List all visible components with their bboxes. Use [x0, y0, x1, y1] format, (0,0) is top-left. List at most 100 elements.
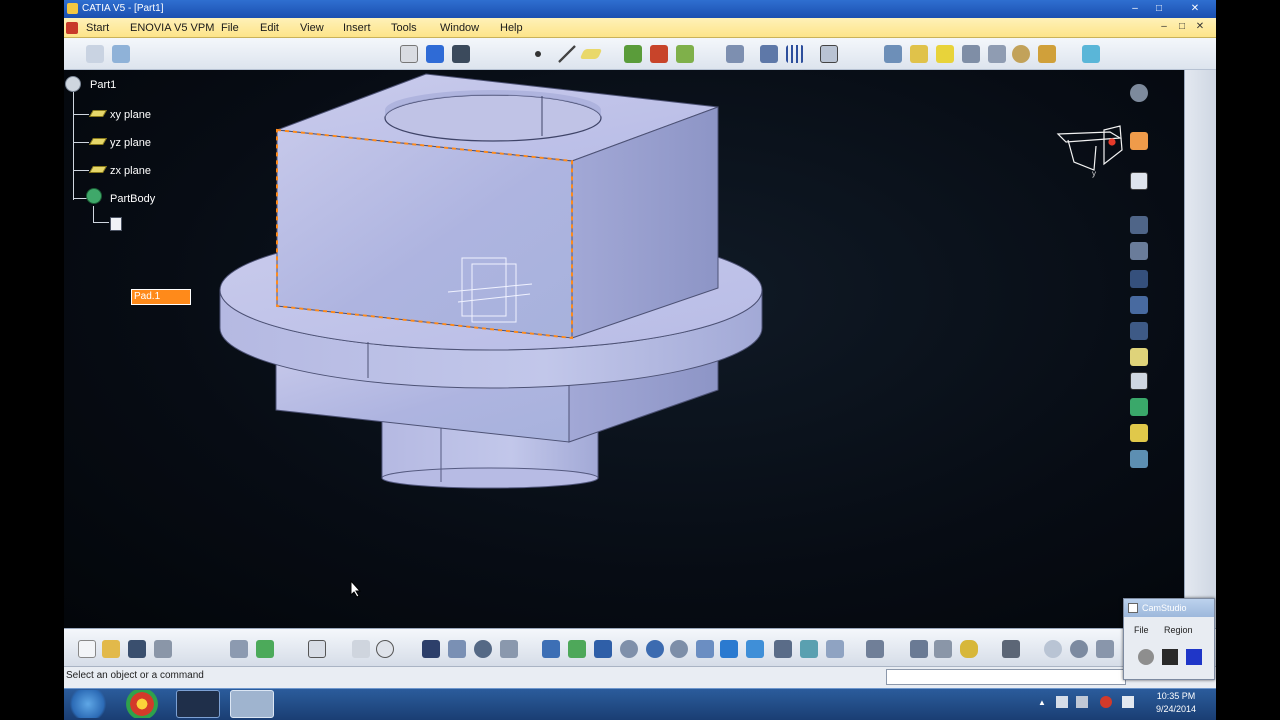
- tree-item-partbody[interactable]: PartBody: [110, 193, 155, 205]
- camstudio-menu-file[interactable]: File: [1134, 625, 1149, 635]
- cube-icon[interactable]: [426, 45, 444, 63]
- menu-insert[interactable]: Insert: [343, 22, 371, 34]
- sketcher-icon[interactable]: [1130, 172, 1148, 190]
- comment-icon[interactable]: [376, 640, 394, 658]
- multi-view-icon[interactable]: [720, 640, 738, 658]
- copy-icon[interactable]: [230, 640, 248, 658]
- start-button[interactable]: [66, 690, 110, 718]
- feature-icon-3[interactable]: [1130, 270, 1148, 288]
- pan-icon[interactable]: [594, 640, 612, 658]
- sphere-icon[interactable]: [1130, 84, 1148, 102]
- tree-item-pad-selected[interactable]: Pad.1: [131, 289, 191, 305]
- fillet-icon[interactable]: [726, 45, 744, 63]
- part-icon[interactable]: [65, 76, 81, 92]
- menu-help[interactable]: Help: [500, 22, 523, 34]
- stop-button[interactable]: [1186, 649, 1202, 665]
- iso-view-icon[interactable]: [746, 640, 764, 658]
- shading-mode-icon[interactable]: [774, 640, 792, 658]
- view-icon[interactable]: [884, 45, 902, 63]
- feature-icon-4[interactable]: [1130, 296, 1148, 314]
- snap-icon[interactable]: [112, 45, 130, 63]
- shaft-tool-icon[interactable]: [676, 45, 694, 63]
- camstudio-title-bar[interactable]: CamStudio: [1124, 599, 1214, 617]
- camstudio-menu-region[interactable]: Region: [1164, 625, 1193, 635]
- edges-icon[interactable]: [962, 45, 980, 63]
- doc-icon[interactable]: [66, 22, 78, 34]
- hide-icon[interactable]: [800, 640, 818, 658]
- measure-icon[interactable]: [820, 45, 838, 63]
- grid-icon[interactable]: [500, 640, 518, 658]
- taskbar-clock[interactable]: 10:35 PM 9/24/2014: [1148, 690, 1204, 716]
- paste-icon[interactable]: [256, 640, 274, 658]
- tray-network-icon[interactable]: [1076, 696, 1088, 708]
- menu-edit[interactable]: Edit: [260, 22, 279, 34]
- tree-item-xy-plane[interactable]: xy plane: [110, 109, 151, 121]
- wireframe-icon[interactable]: [988, 45, 1006, 63]
- feature-icon-7[interactable]: [1130, 372, 1148, 390]
- camstudio-taskbar-icon[interactable]: [230, 690, 274, 718]
- feature-icon-2[interactable]: [1130, 242, 1148, 260]
- menu-window[interactable]: Window: [440, 22, 479, 34]
- camera-icon[interactable]: [1002, 640, 1020, 658]
- zoom-in-icon[interactable]: [646, 640, 664, 658]
- feature-icon-9[interactable]: [1130, 424, 1148, 442]
- select-icon[interactable]: [86, 45, 104, 63]
- 3d-viewport[interactable]: y Part1 xy plane yz plane zx plane PartB…: [64, 70, 1184, 628]
- cursor-icon[interactable]: [1130, 132, 1148, 150]
- link-icon[interactable]: [448, 640, 466, 658]
- chamfer-icon[interactable]: [760, 45, 778, 63]
- compass-tool-icon[interactable]: [910, 640, 928, 658]
- pocket-tool-icon[interactable]: [650, 45, 668, 63]
- feature-icon-1[interactable]: [1130, 216, 1148, 234]
- catia-taskbar-icon[interactable]: [176, 690, 220, 718]
- shading-icon[interactable]: [936, 45, 954, 63]
- pause-button[interactable]: [1162, 649, 1178, 665]
- hide-show-icon[interactable]: [1012, 45, 1030, 63]
- new-file-icon[interactable]: [78, 640, 96, 658]
- formula-icon[interactable]: [352, 640, 370, 658]
- help-icon[interactable]: [308, 640, 326, 658]
- tray-arrow-icon[interactable]: ▲: [1038, 698, 1048, 708]
- feature-icon-6[interactable]: [1130, 348, 1148, 366]
- maximize-button[interactable]: □: [1152, 2, 1166, 15]
- refresh-icon[interactable]: [1044, 640, 1062, 658]
- render-icon[interactable]: [910, 45, 928, 63]
- update-icon[interactable]: [866, 640, 884, 658]
- tree-item-part1[interactable]: Part1: [90, 79, 116, 91]
- feature-icon-5[interactable]: [1130, 322, 1148, 340]
- doc-minimize-button[interactable]: –: [1158, 21, 1170, 33]
- command-input[interactable]: [886, 669, 1126, 685]
- record-button[interactable]: [1138, 649, 1154, 665]
- rotate-icon[interactable]: [620, 640, 638, 658]
- line-icon[interactable]: [558, 45, 576, 63]
- compass-icon[interactable]: [1056, 125, 1123, 171]
- open-file-icon[interactable]: [102, 640, 120, 658]
- tray-volume-icon[interactable]: [1122, 696, 1134, 708]
- tray-flag-icon[interactable]: [1056, 696, 1068, 708]
- doc-close-button[interactable]: ✕: [1194, 21, 1206, 33]
- part-geometry[interactable]: y: [64, 70, 1184, 628]
- feature-icon-8[interactable]: [1130, 398, 1148, 416]
- swap-icon[interactable]: [826, 640, 844, 658]
- feature-icon-10[interactable]: [1130, 450, 1148, 468]
- zoom-out-icon[interactable]: [670, 640, 688, 658]
- more-icon[interactable]: [1096, 640, 1114, 658]
- doc-maximize-button[interactable]: □: [1176, 21, 1188, 33]
- save-icon[interactable]: [128, 640, 146, 658]
- title-bar[interactable]: CATIA V5 - [Part1] – □ ✕: [64, 0, 1216, 18]
- settings-icon[interactable]: [1070, 640, 1088, 658]
- top-block[interactable]: [276, 73, 719, 339]
- fly-icon[interactable]: [542, 640, 560, 658]
- swap-visible-icon[interactable]: [1038, 45, 1056, 63]
- tray-record-icon[interactable]: [1100, 696, 1112, 708]
- pattern-icon[interactable]: [786, 45, 804, 63]
- pad-tool-icon[interactable]: [624, 45, 642, 63]
- camstudio-window[interactable]: CamStudio File Region: [1123, 598, 1215, 680]
- tree-item-zx-plane[interactable]: zx plane: [110, 165, 151, 177]
- menu-start[interactable]: Start: [86, 22, 109, 34]
- tree-item-yz-plane[interactable]: yz plane: [110, 137, 151, 149]
- menu-file[interactable]: File: [221, 22, 239, 34]
- chrome-taskbar-icon[interactable]: [120, 690, 164, 718]
- close-button[interactable]: ✕: [1188, 2, 1202, 15]
- gear-icon[interactable]: [474, 640, 492, 658]
